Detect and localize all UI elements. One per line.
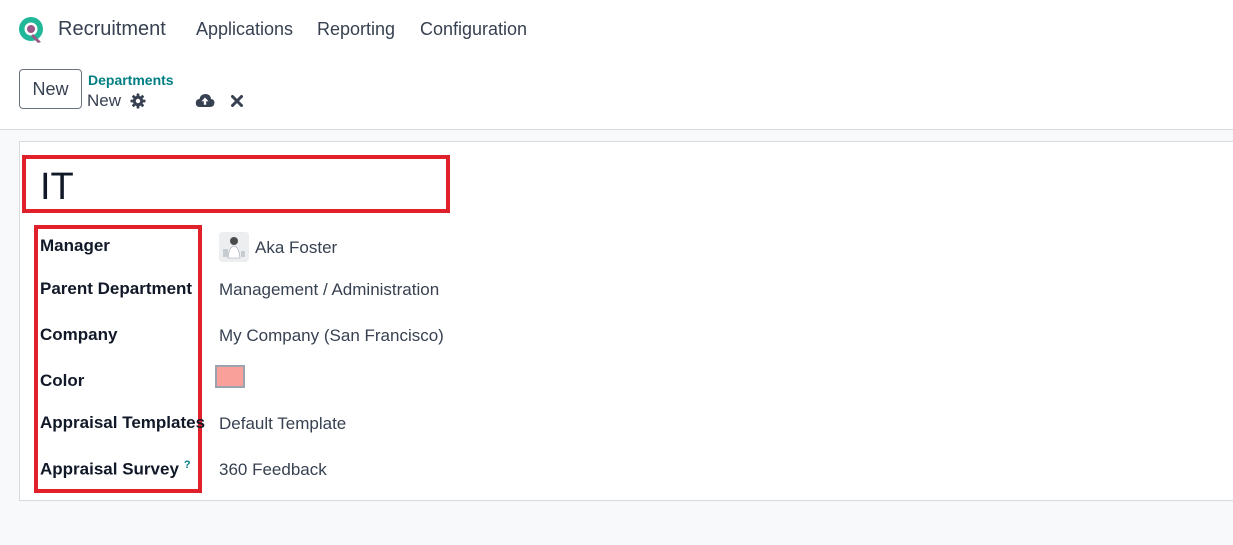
top-navbar: Recruitment Applications Reporting Confi… <box>0 0 1233 60</box>
color-label: Color <box>40 371 85 390</box>
app-name[interactable]: Recruitment <box>58 18 166 41</box>
manager-field[interactable]: Aka Foster <box>255 238 337 258</box>
menu-reporting[interactable]: Reporting <box>317 19 395 40</box>
color-picker[interactable] <box>215 365 245 388</box>
title-highlight-box <box>22 155 450 213</box>
control-panel: New Departments New <box>0 60 1233 130</box>
breadcrumb-current: New <box>87 91 122 110</box>
appraisal-survey-label: Appraisal Survey? <box>40 459 191 480</box>
labels-highlight-box <box>34 225 202 493</box>
recruitment-app-icon[interactable] <box>17 16 45 44</box>
appraisal-survey-label-text: Appraisal Survey <box>40 459 179 479</box>
breadcrumb-departments[interactable]: Departments <box>88 72 174 88</box>
menu-applications[interactable]: Applications <box>196 19 293 40</box>
avatar <box>219 232 249 262</box>
new-button[interactable]: New <box>19 69 82 109</box>
company-label: Company <box>40 325 118 344</box>
company-field[interactable]: My Company (San Francisco) <box>219 326 444 346</box>
manager-label: Manager <box>40 236 110 255</box>
help-tooltip-icon[interactable]: ? <box>184 459 191 471</box>
appraisal-survey-field[interactable]: 360 Feedback <box>219 460 327 480</box>
gear-icon[interactable] <box>130 93 146 109</box>
appraisal-templates-label: Appraisal Templates <box>40 413 206 432</box>
cloud-upload-icon[interactable] <box>195 92 215 108</box>
department-name-input[interactable]: IT <box>40 168 74 206</box>
close-icon[interactable] <box>231 95 243 107</box>
parent-department-label: Parent Department <box>40 279 193 298</box>
parent-department-field[interactable]: Management / Administration <box>219 280 439 300</box>
appraisal-templates-field[interactable]: Default Template <box>219 414 346 434</box>
menu-configuration[interactable]: Configuration <box>420 19 527 40</box>
